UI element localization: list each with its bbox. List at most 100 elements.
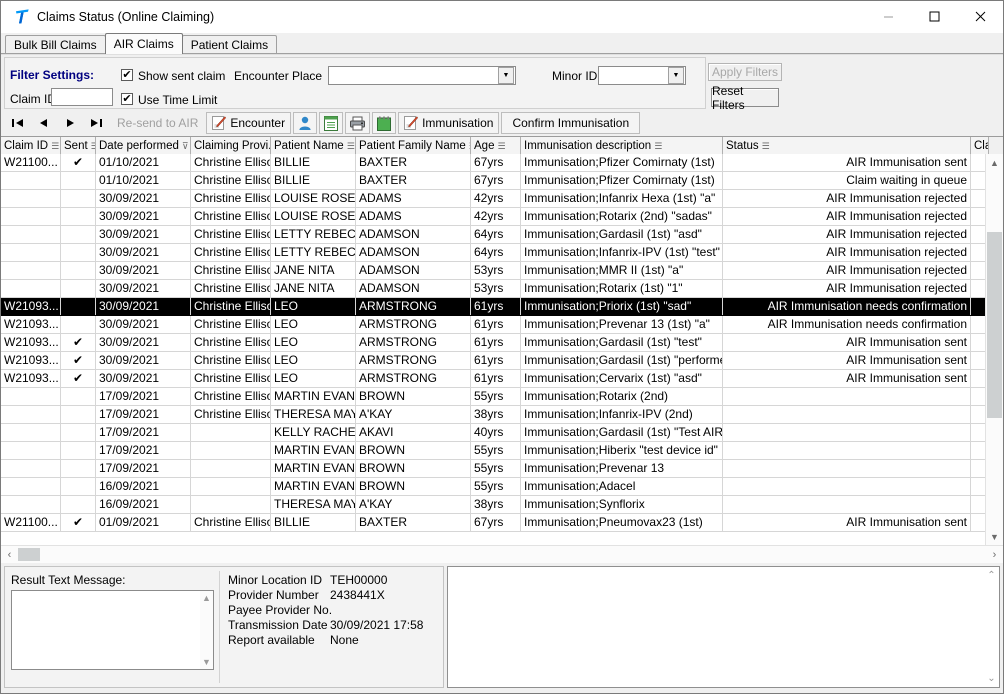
minimize-button[interactable]: [865, 1, 911, 32]
filter-icon[interactable]: ☰: [654, 138, 662, 154]
table-row[interactable]: W21093...✔30/09/2021Christine EllisonLEO…: [1, 334, 1003, 352]
result-text-message-textarea[interactable]: ▲ ▼: [11, 590, 214, 670]
grid-column-header-sent[interactable]: Sent☰: [61, 137, 96, 154]
table-row[interactable]: 16/09/2021 THERESA MAY A'KAY 38yrs Immunisat…: [1, 496, 1003, 514]
minor-id-combobox[interactable]: ▼: [598, 66, 686, 85]
scroll-down-icon-2[interactable]: ▼: [202, 657, 211, 667]
cell-date: 01/10/2021: [96, 172, 191, 189]
table-row[interactable]: 30/09/2021Christine EllisonLETTY REBEC..…: [1, 226, 1003, 244]
last-record-button[interactable]: [83, 112, 109, 134]
grid-column-header-date[interactable]: Date performed ⊽: [96, 137, 191, 154]
table-row[interactable]: 17/09/2021Christine EllisonMARTIN EVANBR…: [1, 388, 1003, 406]
table-row[interactable]: W21093...✔30/09/2021Christine EllisonLEO…: [1, 370, 1003, 388]
grid-column-header-family[interactable]: Patient Family Name☰: [356, 137, 471, 154]
chevron-down-icon-2[interactable]: ▼: [668, 67, 684, 84]
grid-column-header-age[interactable]: Age ☰: [471, 137, 521, 154]
table-row[interactable]: 30/09/2021Christine EllisonLOUISE ROSEAD…: [1, 190, 1003, 208]
scroll-down-icon-3[interactable]: ⌄: [987, 673, 995, 684]
cell-first: JANE NITA: [271, 262, 356, 279]
report-text-panel[interactable]: ⌃ ⌄: [447, 566, 1000, 688]
grid-body[interactable]: W21100...✔01/10/2021Christine EllisonBIL…: [1, 154, 1003, 545]
cell-date: 17/09/2021: [96, 424, 191, 441]
table-row[interactable]: 17/09/2021 MARTIN EVAN BROWN 55yrs Immunisat…: [1, 442, 1003, 460]
cell-immunisation: Immunisation;Synflorix: [521, 496, 723, 513]
cell-age: 38yrs: [471, 496, 521, 513]
cell-immunisation: Immunisation;Hiberix "test device id": [521, 442, 723, 459]
previous-record-button[interactable]: [31, 112, 57, 134]
table-row[interactable]: 17/09/2021 KELLY RACHEL AKAVI 40yrs Immunisa…: [1, 424, 1003, 442]
cell-immunisation: Immunisation;Gardasil (1st) "performedo.…: [521, 352, 723, 369]
maximize-button[interactable]: [911, 1, 957, 32]
scroll-up-icon-2[interactable]: ▲: [202, 593, 211, 603]
grid-column-header-label: Claim ID: [4, 139, 49, 152]
apply-filters-button[interactable]: Apply Filters: [708, 63, 782, 81]
notepad-button[interactable]: [372, 112, 397, 134]
filter-icon[interactable]: ☰: [347, 138, 355, 154]
encounter-place-combobox[interactable]: ▼: [328, 66, 516, 85]
grid-column-header-label: Age: [474, 139, 495, 152]
table-row[interactable]: 01/10/2021Christine EllisonBILLIEBAXTER6…: [1, 172, 1003, 190]
report-scrollbar[interactable]: ⌃ ⌄: [984, 567, 999, 687]
next-record-button[interactable]: [57, 112, 83, 134]
table-row[interactable]: 16/09/2021 MARTIN EVAN BROWN 55yrs Immunisat…: [1, 478, 1003, 496]
claims-list-button[interactable]: [319, 112, 344, 134]
cell-immunisation: Immunisation;Gardasil (1st) "test": [521, 334, 723, 351]
grid-column-header-status[interactable]: Status ☰: [723, 137, 971, 154]
table-row-selected[interactable]: W21093...30/09/2021Christine EllisonLEOA…: [1, 298, 1003, 316]
cell-sent: ✔: [61, 514, 96, 531]
encounter-place-value: [329, 67, 498, 84]
grid-column-header-provider[interactable]: Claiming Provi...☰: [191, 137, 271, 154]
scroll-down-icon[interactable]: ▼: [986, 528, 1003, 545]
sort-descending-icon[interactable]: ⊽: [182, 138, 189, 154]
table-row[interactable]: 30/09/2021Christine EllisonJANE NITAADAM…: [1, 262, 1003, 280]
scroll-left-icon[interactable]: ‹: [1, 549, 18, 561]
cell-status: AIR Immunisation sent: [723, 514, 971, 531]
table-row[interactable]: W21100...✔01/10/2021Christine EllisonBIL…: [1, 154, 1003, 172]
table-row[interactable]: W21093...30/09/2021Christine EllisonLEOA…: [1, 316, 1003, 334]
cell-family: BAXTER: [356, 154, 471, 171]
tab-patient-claims[interactable]: Patient Claims: [181, 35, 278, 54]
print-button[interactable]: [345, 112, 371, 134]
immunisation-button[interactable]: Immunisation: [398, 112, 500, 134]
vertical-scroll-thumb[interactable]: [987, 232, 1002, 418]
table-row[interactable]: 30/09/2021Christine EllisonLOUISE ROSEAD…: [1, 208, 1003, 226]
use-time-limit-checkbox[interactable]: ✔: [121, 93, 133, 105]
table-row[interactable]: 17/09/2021 MARTIN EVAN BROWN 55yrs Immunisat…: [1, 460, 1003, 478]
result-text-scrollbar[interactable]: ▲ ▼: [200, 591, 213, 669]
grid-column-header-claims-adm[interactable]: Claims adm▲: [971, 137, 989, 154]
scroll-up-icon[interactable]: ▲: [986, 154, 1003, 171]
scroll-right-icon[interactable]: ›: [986, 549, 1003, 561]
table-row[interactable]: 30/09/2021Christine EllisonJANE NITAADAM…: [1, 280, 1003, 298]
tab-air-claims[interactable]: AIR Claims: [104, 33, 183, 54]
patient-button[interactable]: [293, 112, 318, 134]
close-button[interactable]: [957, 1, 1003, 32]
grid-column-header-immunisation[interactable]: Immunisation description ☰: [521, 137, 723, 154]
reset-filters-button[interactable]: Reset Filters: [711, 84, 779, 112]
horizontal-scroll-thumb[interactable]: [18, 548, 40, 561]
resend-to-air-button[interactable]: Re-send to AIR: [109, 116, 206, 130]
table-row[interactable]: W21093...✔30/09/2021Christine EllisonLEO…: [1, 352, 1003, 370]
table-row[interactable]: 30/09/2021Christine EllisonLETTY REBEC..…: [1, 244, 1003, 262]
cell-sent: [61, 406, 96, 423]
encounter-button[interactable]: Encounter: [206, 112, 292, 134]
claim-id-input[interactable]: [51, 88, 113, 106]
filter-icon[interactable]: ☰: [51, 138, 59, 154]
table-row[interactable]: W21100...✔01/09/2021Christine EllisonBIL…: [1, 514, 1003, 532]
confirm-immunisation-button[interactable]: Confirm Immunisation: [501, 112, 641, 134]
cell-date: 01/09/2021: [96, 514, 191, 531]
chevron-down-icon[interactable]: ▼: [498, 67, 514, 84]
grid-column-header-claim-id[interactable]: Claim ID ☰: [1, 137, 61, 154]
grid-column-header-label: Claiming Provi...: [194, 139, 271, 152]
grid-vertical-scrollbar[interactable]: ▲ ▼: [985, 154, 1003, 545]
tab-bulk-bill-claims[interactable]: Bulk Bill Claims: [5, 35, 106, 54]
cell-family: BROWN: [356, 478, 471, 495]
show-sent-claim-checkbox[interactable]: ✔: [121, 69, 133, 81]
filter-icon[interactable]: ☰: [497, 138, 505, 154]
first-record-button[interactable]: [5, 112, 31, 134]
grid-column-header-first[interactable]: Patient Name ☰: [271, 137, 356, 154]
filter-icon[interactable]: ☰: [762, 138, 770, 154]
info-row: Minor Location ID TEH00000: [228, 573, 443, 588]
grid-horizontal-scrollbar[interactable]: ‹ ›: [1, 545, 1003, 563]
scroll-up-icon-3[interactable]: ⌃: [987, 570, 995, 581]
table-row[interactable]: 17/09/2021Christine EllisonTHERESA MAYA'…: [1, 406, 1003, 424]
